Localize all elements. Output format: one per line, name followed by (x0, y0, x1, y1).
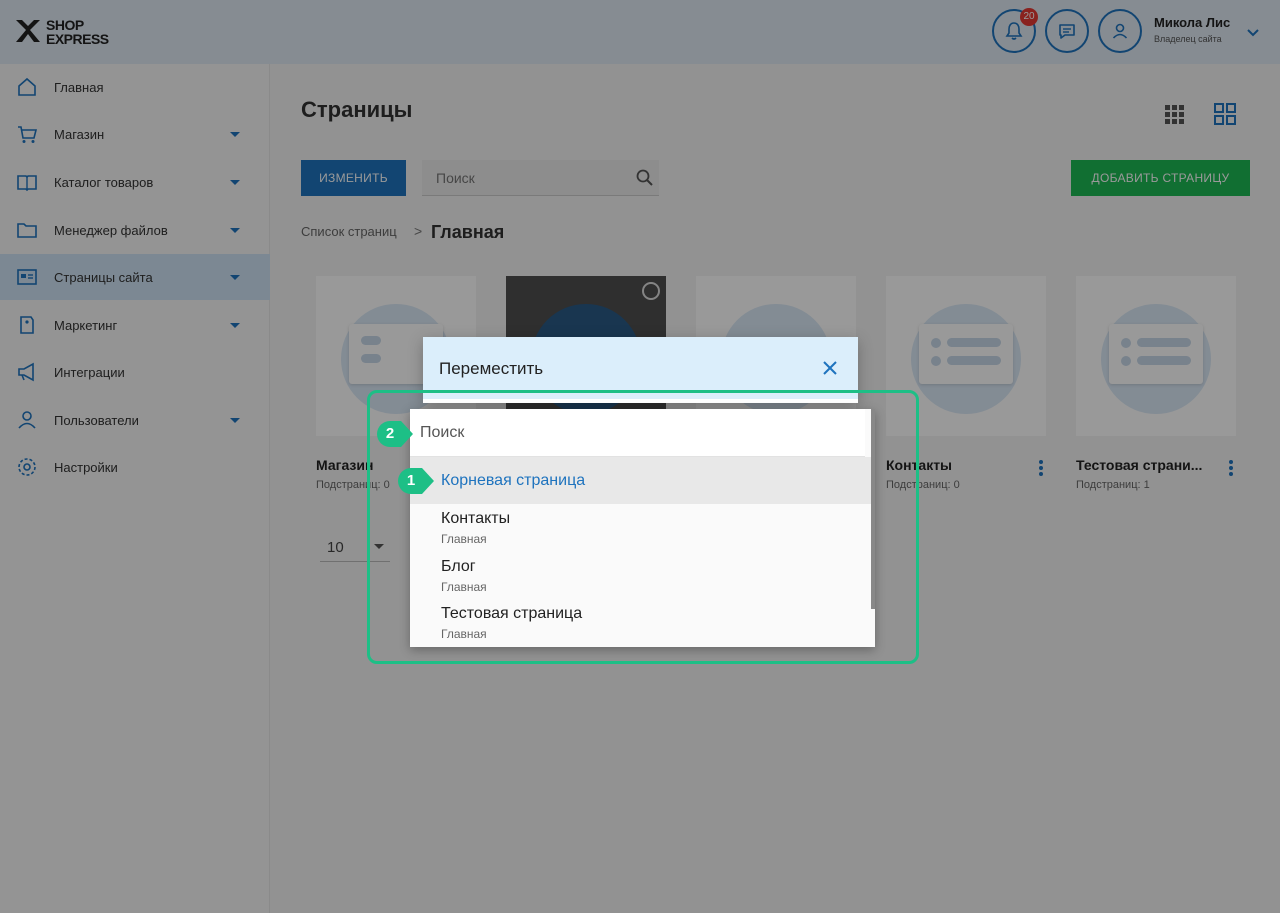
close-icon[interactable] (821, 359, 839, 377)
annotation-marker-1: 1 (398, 468, 434, 494)
annotation-marker-2: 2 (377, 421, 413, 447)
dialog-title: Переместить (439, 359, 544, 378)
marker-number: 2 (385, 425, 395, 442)
annotation-frame (367, 390, 919, 664)
marker-number: 1 (406, 472, 416, 489)
